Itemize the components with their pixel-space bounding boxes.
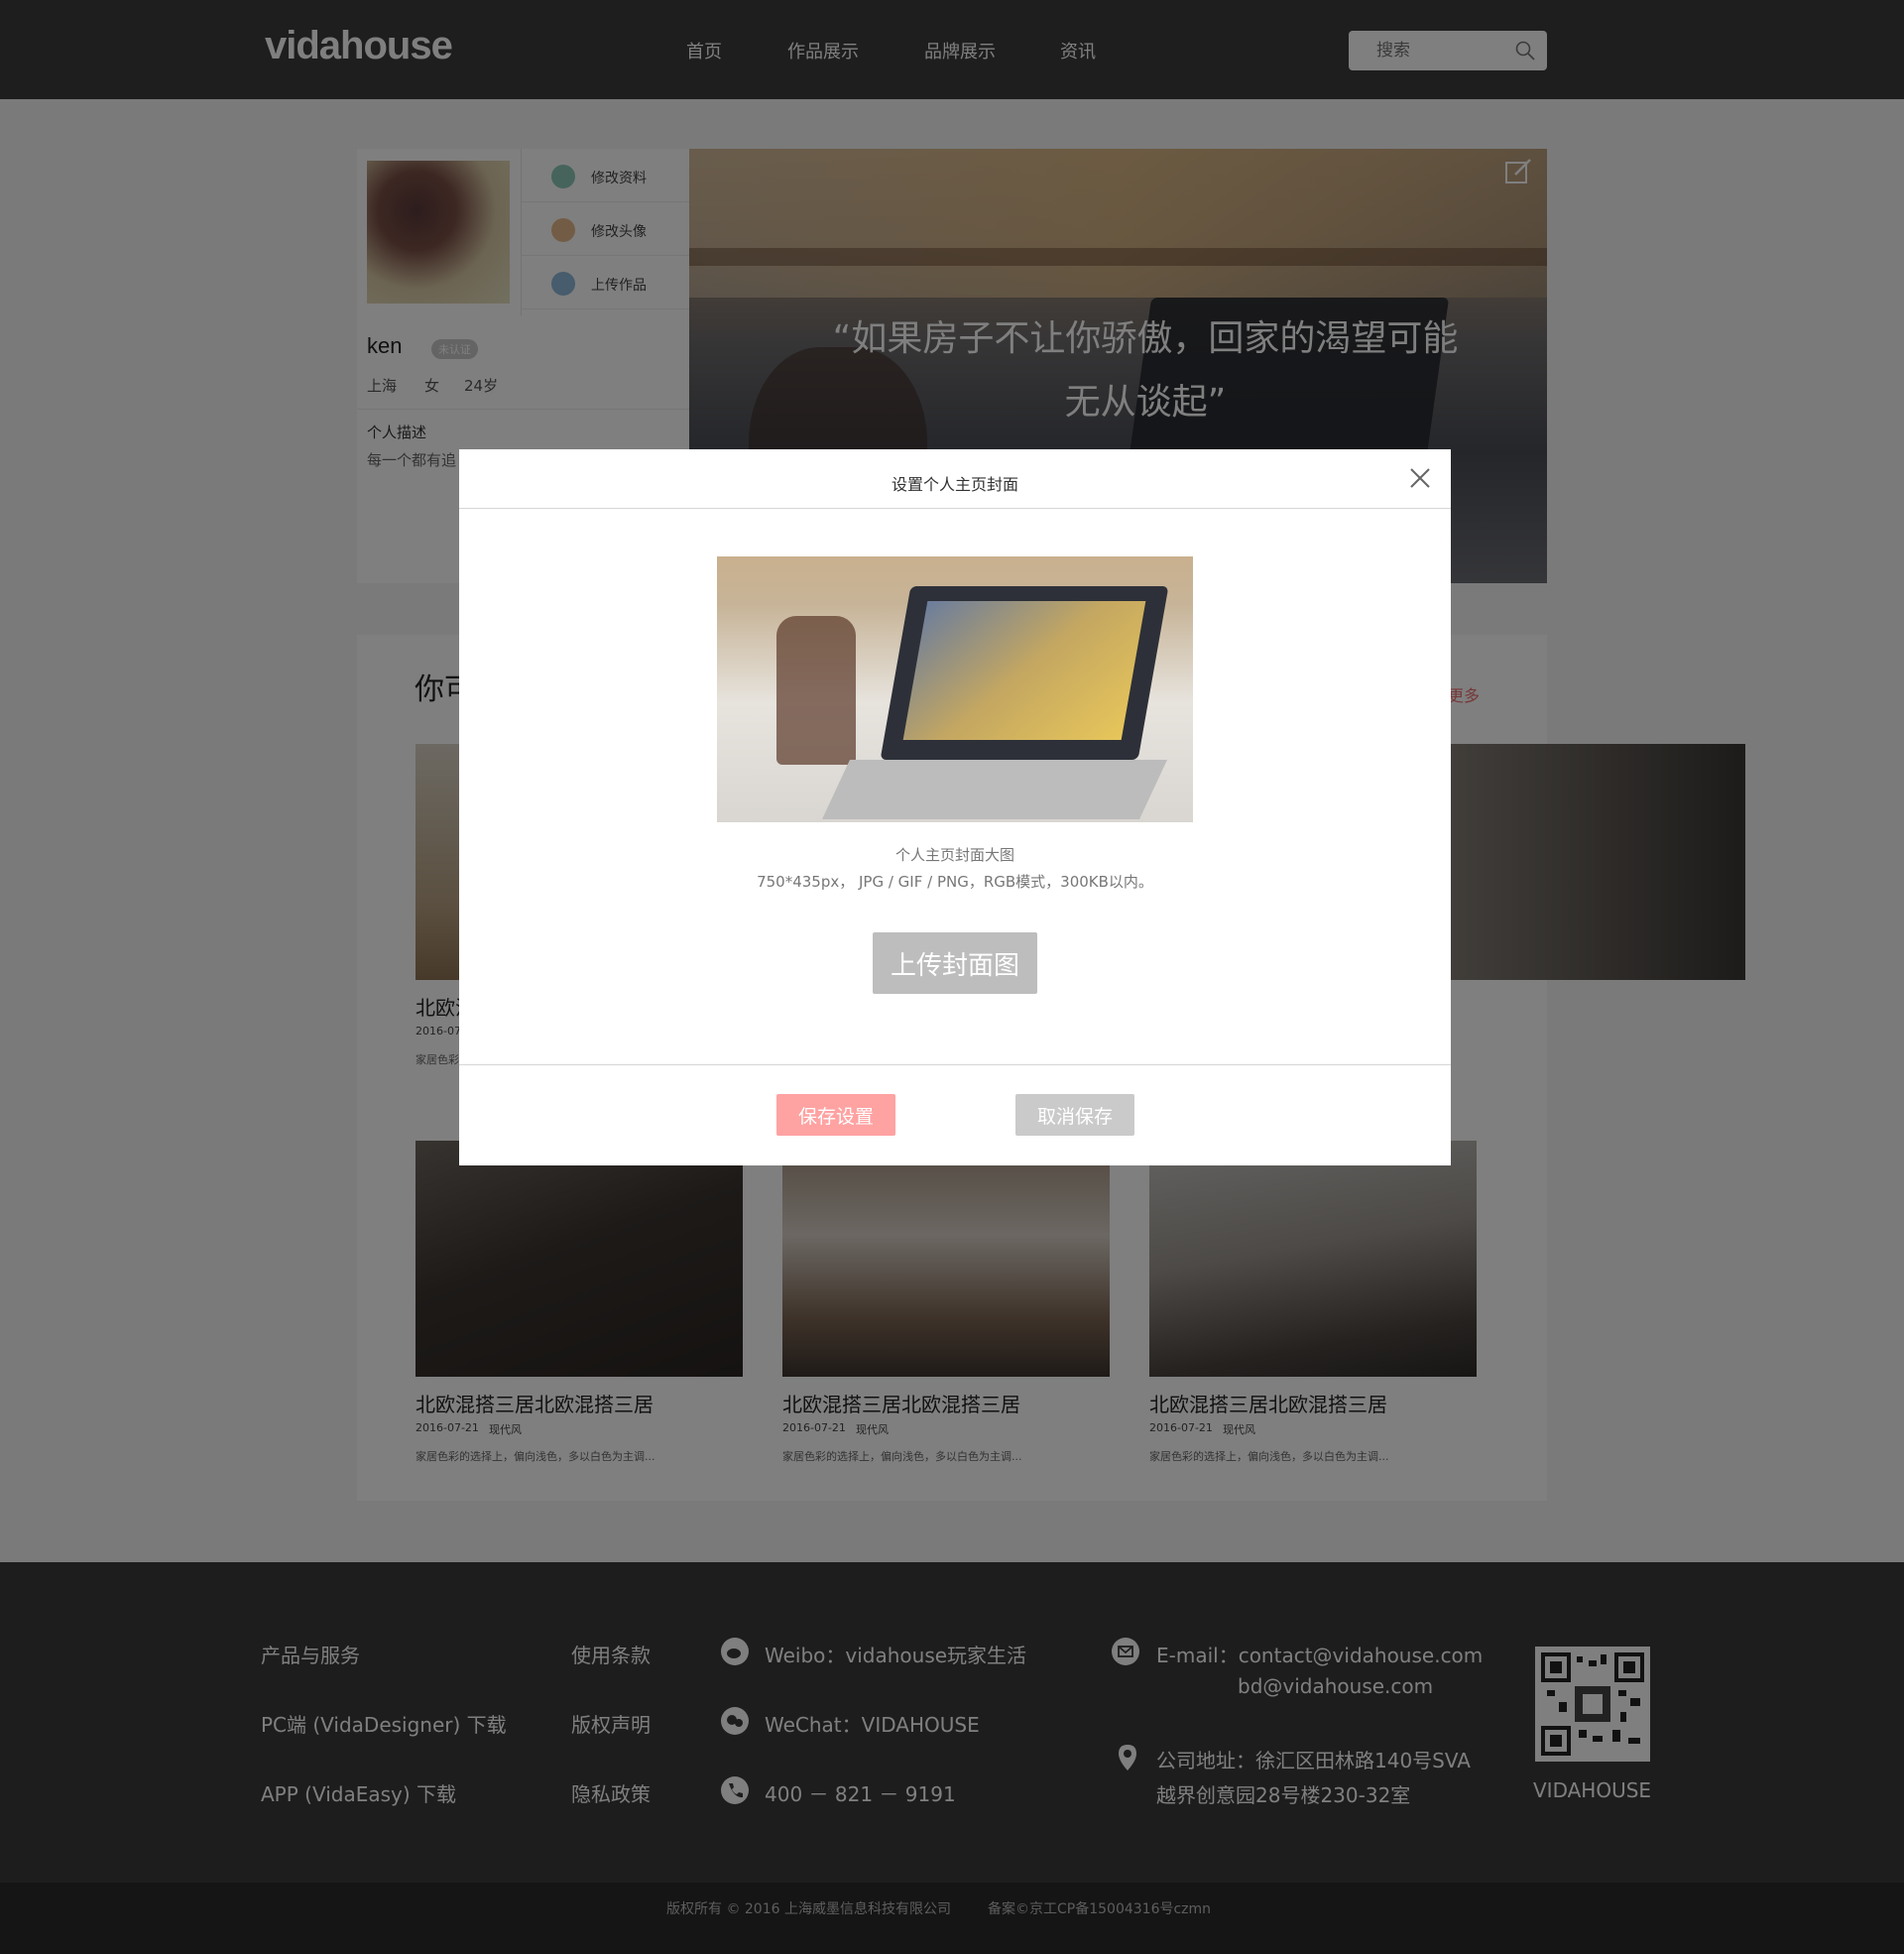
cancel-button[interactable]: 取消保存: [1015, 1094, 1134, 1136]
preview-pen-cup: [776, 616, 856, 765]
save-button[interactable]: 保存设置: [776, 1094, 895, 1136]
preview-screen: [902, 601, 1146, 740]
upload-cover-button[interactable]: 上传封面图: [873, 932, 1037, 994]
cover-modal: 设置个人主页封面 个人主页封面大图 750*435px， JPG / GIF /…: [459, 449, 1451, 1165]
cover-preview: [717, 556, 1193, 822]
close-icon[interactable]: [1407, 465, 1433, 491]
modal-divider: [459, 1064, 1451, 1065]
preview-spec: 750*435px， JPG / GIF / PNG，RGB模式，300KB以内…: [757, 873, 1153, 891]
modal-title: 设置个人主页封面: [891, 475, 1018, 494]
modal-divider: [459, 508, 1451, 509]
preview-caption: 个人主页封面大图: [894, 846, 1014, 864]
preview-keyboard: [822, 760, 1167, 819]
